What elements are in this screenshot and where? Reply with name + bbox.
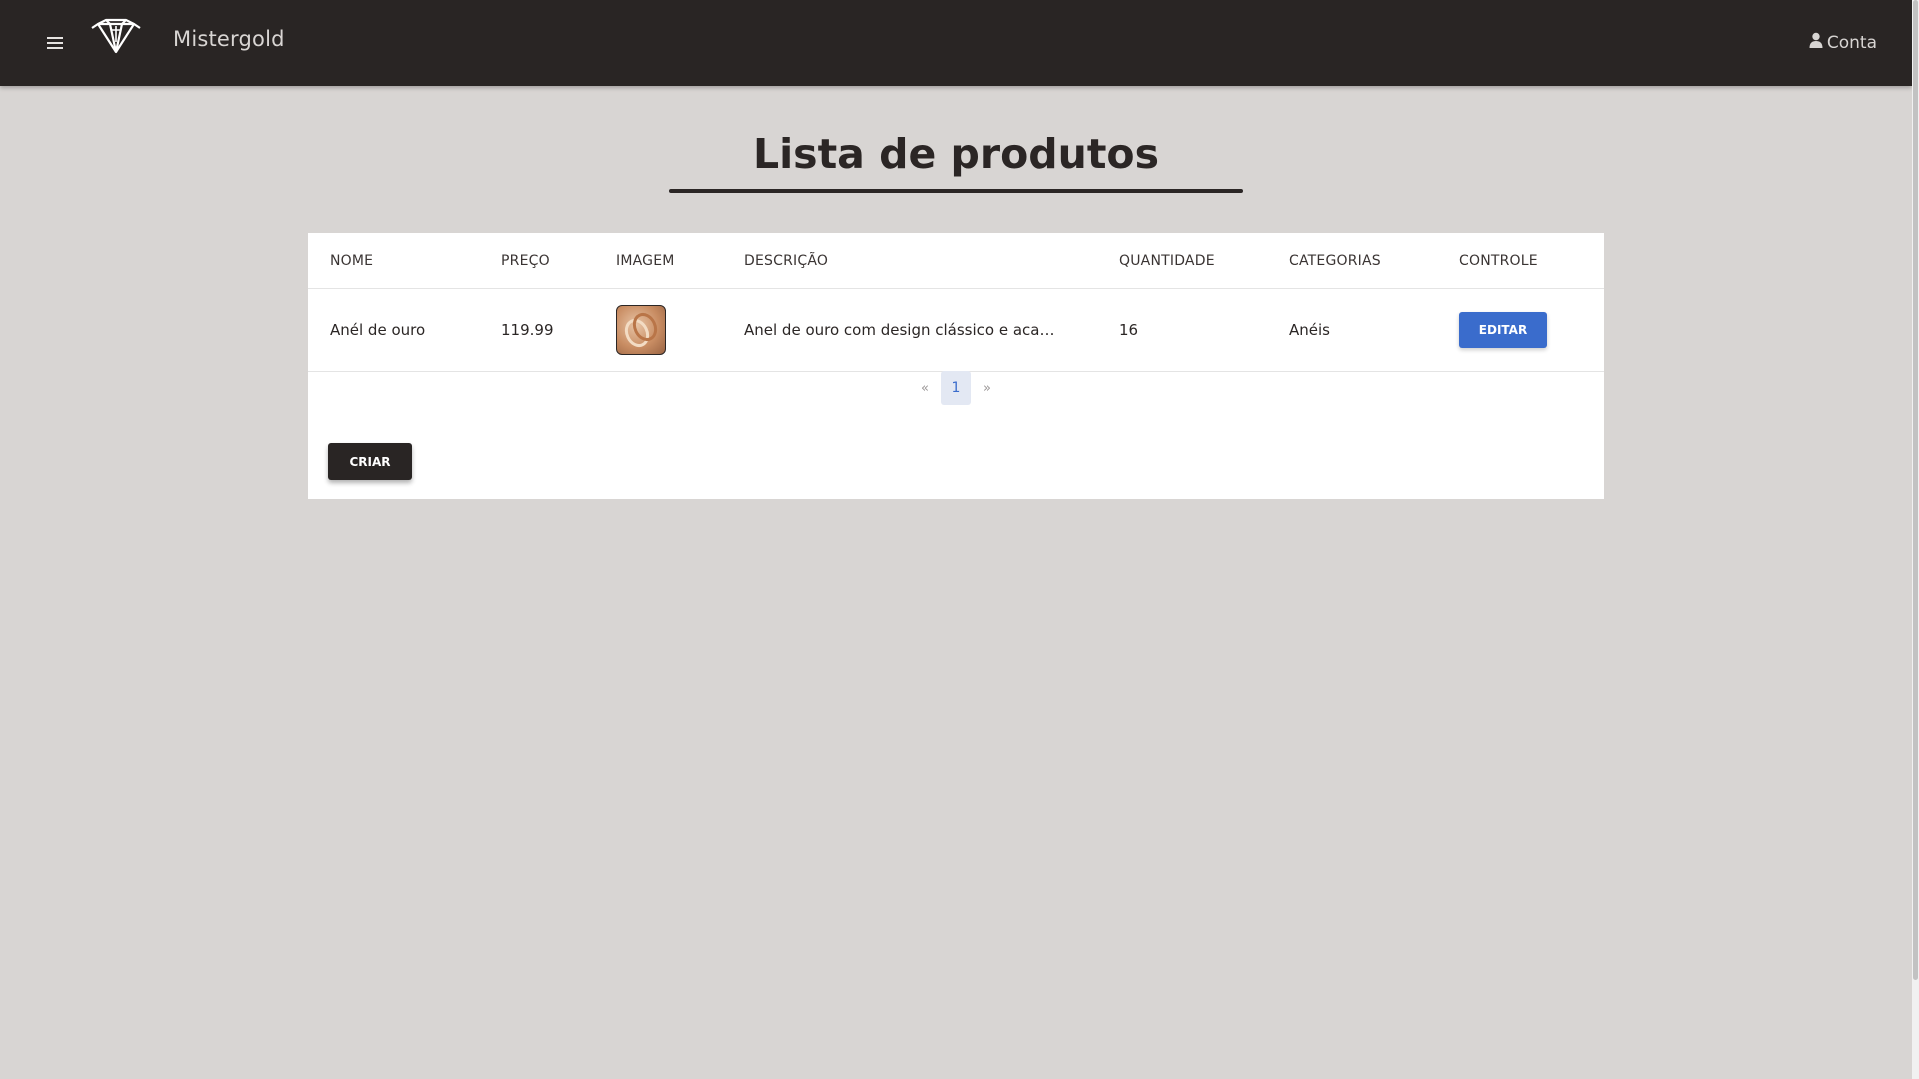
account-label: Conta (1826, 32, 1877, 53)
top-navbar: Mistergold Conta (0, 0, 1912, 86)
column-header-nome: NOME (330, 252, 374, 269)
product-image-cell (616, 289, 726, 371)
product-category: Anéis (1289, 321, 1330, 339)
product-quantity: 16 (1119, 321, 1139, 339)
column-header-quantidade: QUANTIDADE (1119, 252, 1215, 269)
products-table: NOME PREÇO IMAGEM DESCRIÇÃO QUANTIDADE C… (308, 233, 1604, 372)
pagination-prev[interactable]: « (913, 371, 937, 405)
column-header-categorias: CATEGORIAS (1289, 252, 1381, 269)
product-name: Anél de ouro (330, 321, 426, 339)
page-title: Lista de produtos (753, 130, 1159, 178)
account-menu[interactable]: Conta (1809, 32, 1877, 53)
column-header-controle: CONTROLE (1459, 252, 1538, 269)
user-icon (1809, 32, 1823, 53)
edit-button[interactable]: EDITAR (1459, 312, 1547, 348)
table-header: NOME PREÇO IMAGEM DESCRIÇÃO QUANTIDADE C… (308, 233, 1604, 289)
pagination: « 1 » (308, 371, 1604, 405)
table-row: Anél de ouro 119.99 Anel de ouro com des… (308, 289, 1604, 372)
product-description: Anel de ouro com design clássico e acaba… (744, 321, 1062, 339)
hamburger-menu-icon[interactable] (43, 32, 67, 54)
scrollbar-thumb[interactable] (1913, 0, 1918, 980)
pagination-page-1[interactable]: 1 (941, 371, 971, 405)
create-button[interactable]: CRIAR (328, 443, 412, 480)
page-scrollbar[interactable] (1912, 0, 1919, 1079)
column-header-descricao: DESCRIÇÃO (744, 252, 829, 269)
pagination-next[interactable]: » (975, 371, 999, 405)
products-card: NOME PREÇO IMAGEM DESCRIÇÃO QUANTIDADE C… (308, 233, 1604, 499)
column-header-preco: PREÇO (501, 252, 550, 269)
product-controls: EDITAR (1459, 289, 1599, 371)
column-header-imagem: IMAGEM (616, 252, 675, 269)
product-price: 119.99 (501, 321, 554, 339)
brand-name[interactable]: Mistergold (173, 27, 285, 51)
diamond-logo-icon[interactable] (90, 16, 142, 56)
product-image (616, 305, 666, 355)
title-underline (669, 189, 1243, 193)
product-description-cell: Anel de ouro com design clássico e acaba… (744, 289, 1084, 371)
